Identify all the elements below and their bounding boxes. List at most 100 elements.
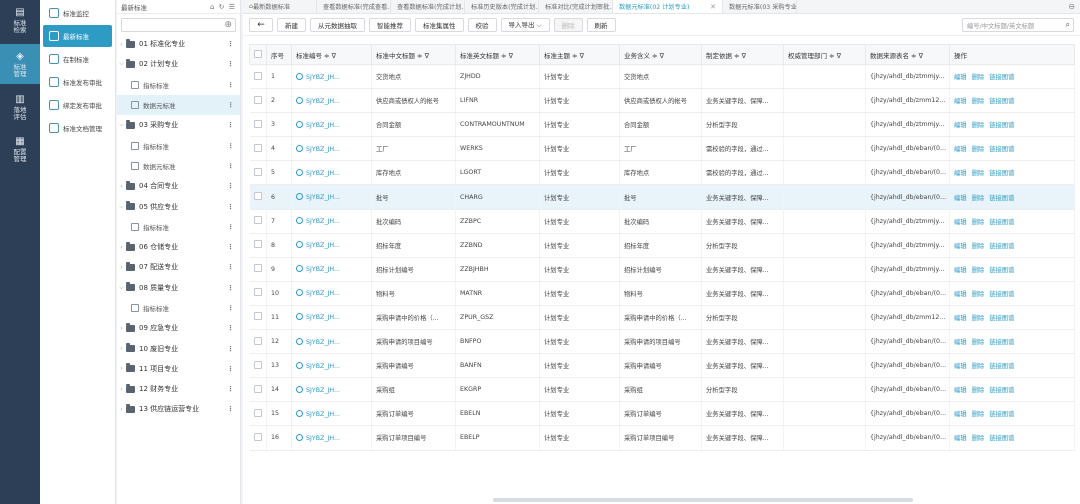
more-icon[interactable]: ⋮ <box>228 81 235 89</box>
op-2-link[interactable]: 链接图谱 <box>989 267 1014 274</box>
chevron-down-icon[interactable]: ⌵ <box>117 284 126 292</box>
more-icon[interactable]: ⋮ <box>228 101 235 109</box>
op-0-link[interactable]: 编辑 <box>954 219 967 226</box>
op-2-link[interactable]: 链接图谱 <box>989 98 1014 105</box>
row-checkbox[interactable] <box>253 336 262 345</box>
tree-folder[interactable]: › 13 供应链运营专业 ⋮ <box>117 399 240 419</box>
menu-item-0[interactable]: 标准监控 <box>43 2 112 24</box>
standard-code-link[interactable]: SJYBZ_JH... <box>306 411 340 418</box>
chevron-right-icon[interactable]: › <box>117 264 126 271</box>
op-1-link[interactable]: 删除 <box>972 195 985 202</box>
search-input[interactable]: 编号/中文标题/英文标题 ⌕ <box>962 18 1074 32</box>
tab-4[interactable]: 标准对比(完成计划审批... <box>539 0 613 13</box>
tree-leaf[interactable]: 数据元标准 ⋮ <box>117 94 240 116</box>
op-2-link[interactable]: 链接图谱 <box>989 122 1014 129</box>
op-1-link[interactable]: 删除 <box>972 267 985 274</box>
op-0-link[interactable]: 编辑 <box>954 435 967 442</box>
chevron-right-icon[interactable]: › <box>117 183 126 190</box>
tree-folder[interactable]: › 12 财务专业 ⋮ <box>117 379 240 399</box>
row-checkbox[interactable] <box>253 95 262 104</box>
standard-code-link[interactable]: SJYBZ_JH... <box>306 314 340 321</box>
rail-item-0[interactable]: ▤ 标准 检索 <box>0 0 40 40</box>
op-1-link[interactable]: 删除 <box>972 122 985 129</box>
column-header[interactable]: 标准编号 ≑ ∇ <box>291 44 372 65</box>
row-checkbox[interactable] <box>253 167 262 176</box>
column-header[interactable]: 制定依据 ≑ ∇ <box>701 44 784 65</box>
tree-folder[interactable]: › 04 合同专业 ⋮ <box>117 176 240 196</box>
op-1-link[interactable]: 删除 <box>972 387 985 394</box>
op-1-link[interactable]: 删除 <box>972 363 985 370</box>
row-checkbox[interactable] <box>253 192 262 201</box>
op-2-link[interactable]: 链接图谱 <box>989 339 1014 346</box>
tab-3[interactable]: 标准历史版本(完成计划... <box>465 0 539 13</box>
op-0-link[interactable]: 编辑 <box>954 411 967 418</box>
op-1-link[interactable]: 删除 <box>972 411 985 418</box>
tree-folder[interactable]: › 07 配送专业 ⋮ <box>117 257 240 277</box>
table-row[interactable]: 15 SJYBZ_JH... 采购订单编号 EBELN 计划专业 采购订单编号 业务关键字段… <box>249 401 1075 427</box>
select-all-checkbox[interactable] <box>254 49 262 58</box>
tree-folder[interactable]: › 06 仓储专业 ⋮ <box>117 237 240 257</box>
table-row[interactable]: 6 SJYBZ_JH... 批号 CHARG 计划专业 批号 业务关键字段、保障... {jh… <box>249 184 1075 210</box>
more-icon[interactable]: ⋮ <box>227 40 234 48</box>
op-1-link[interactable]: 删除 <box>972 339 985 346</box>
table-row[interactable]: 1 SJYBZ_JH... 交货地点 ZJHDD 计划专业 交货地点 {jhzy/ahdl_… <box>249 64 1075 90</box>
op-1-link[interactable]: 删除 <box>972 170 985 177</box>
op-1-link[interactable]: 删除 <box>972 146 985 153</box>
op-1-link[interactable]: 删除 <box>972 291 985 298</box>
table-row[interactable]: 5 SJYBZ_JH... 库存地点 LGORT 计划专业 库存地点 需校验的字段，通过..… <box>249 160 1075 186</box>
op-0-link[interactable]: 编辑 <box>954 339 967 346</box>
chevron-right-icon[interactable]: › <box>117 365 126 372</box>
tree-tools-icon[interactable]: ⌂ ↻ ☰ <box>210 3 236 11</box>
op-2-link[interactable]: 链接图谱 <box>989 315 1014 322</box>
tree-folder[interactable]: ⌵ 02 计划专业 ⋮ <box>117 54 240 74</box>
op-1-link[interactable]: 删除 <box>972 315 985 322</box>
chevron-down-icon[interactable]: ⌵ <box>117 121 126 129</box>
more-icon[interactable]: ⋮ <box>227 60 234 68</box>
table-row[interactable]: 10 SJYBZ_JH... 物料号 MATNR 计划专业 物料号 业务关键字段、保障...… <box>249 281 1075 306</box>
table-row[interactable]: 14 SJYBZ_JH... 采购组 EKGRP 计划专业 采购组 分析型字段 {jhzy/a… <box>249 377 1075 403</box>
tree-folder[interactable]: ⌵ 03 采购专业 ⋮ <box>117 115 240 135</box>
rail-item-1[interactable]: ◈ 标准 管理 <box>0 44 40 84</box>
standard-code-link[interactable]: SJYBZ_JH... <box>306 339 340 346</box>
op-0-link[interactable]: 编辑 <box>954 122 967 129</box>
column-header[interactable]: 操作 <box>949 44 1075 65</box>
table-row[interactable]: 2 SJYBZ_JH... 供应商或债权人的帐号 LIFNR 计划专业 供应商或债权人的帐… <box>249 88 1075 114</box>
table-row[interactable]: 9 SJYBZ_JH... 招标计划编号 ZZBJHBH 计划专业 招标计划编号 业务关键字… <box>249 257 1075 282</box>
standard-code-link[interactable]: SJYBZ_JH... <box>306 387 340 394</box>
op-2-link[interactable]: 链接图谱 <box>989 146 1014 153</box>
table-row[interactable]: 16 SJYBZ_JH... 采购订单项目编号 EBELP 计划专业 采购订单项目编号 业务… <box>249 425 1075 451</box>
table-row[interactable]: 12 SJYBZ_JH... 采购申请的项目编号 BNFPO 计划专业 采购申请的项目编号… <box>249 329 1075 355</box>
search-icon[interactable]: ⌕ <box>1066 20 1070 30</box>
tree-leaf[interactable]: 指标标准 ⋮ <box>117 135 240 155</box>
op-2-link[interactable]: 链接图谱 <box>989 170 1014 177</box>
more-icon[interactable]: ⋮ <box>228 162 235 170</box>
column-header[interactable]: 权威管理部门 ≑ ∇ <box>783 44 866 65</box>
standard-code-link[interactable]: SJYBZ_JH... <box>306 290 340 297</box>
row-checkbox[interactable] <box>253 216 262 225</box>
tree-leaf[interactable]: 指标标准 ⋮ <box>117 217 240 237</box>
tree-leaf[interactable]: 数据元标准 ⋮ <box>117 156 240 176</box>
op-0-link[interactable]: 编辑 <box>954 387 967 394</box>
tree-folder[interactable]: ⌵ 08 质量专业 ⋮ <box>117 278 240 298</box>
column-header[interactable]: 序号 <box>266 44 292 65</box>
op-1-link[interactable]: 删除 <box>972 219 985 226</box>
tree-folder[interactable]: › 10 废旧专业 ⋮ <box>117 338 240 358</box>
column-header[interactable]: 标准英文标题 ≑ ∇ <box>455 44 540 65</box>
op-0-link[interactable]: 编辑 <box>954 363 967 370</box>
row-checkbox[interactable] <box>253 288 262 297</box>
tree-folder[interactable]: › 09 应急专业 ⋮ <box>117 318 240 338</box>
tree-search-input[interactable]: ⊕ <box>121 18 236 32</box>
op-0-link[interactable]: 编辑 <box>954 146 967 153</box>
row-checkbox[interactable] <box>253 432 262 441</box>
standard-code-link[interactable]: SJYBZ_JH... <box>306 242 340 249</box>
standard-code-link[interactable]: SJYBZ_JH... <box>306 122 340 129</box>
more-icon[interactable]: ⋮ <box>227 121 234 129</box>
row-checkbox[interactable] <box>253 384 262 393</box>
op-2-link[interactable]: 链接图谱 <box>989 435 1014 442</box>
more-icon[interactable]: ⋮ <box>228 142 235 150</box>
horizontal-scrollbar[interactable] <box>493 498 913 502</box>
standard-code-link[interactable]: SJYBZ_JH... <box>306 194 340 201</box>
toolbar-button-4[interactable]: 校验 <box>467 17 497 32</box>
column-header[interactable]: 业务含义 ≑ ∇ <box>619 44 702 65</box>
op-0-link[interactable]: 编辑 <box>954 291 967 298</box>
